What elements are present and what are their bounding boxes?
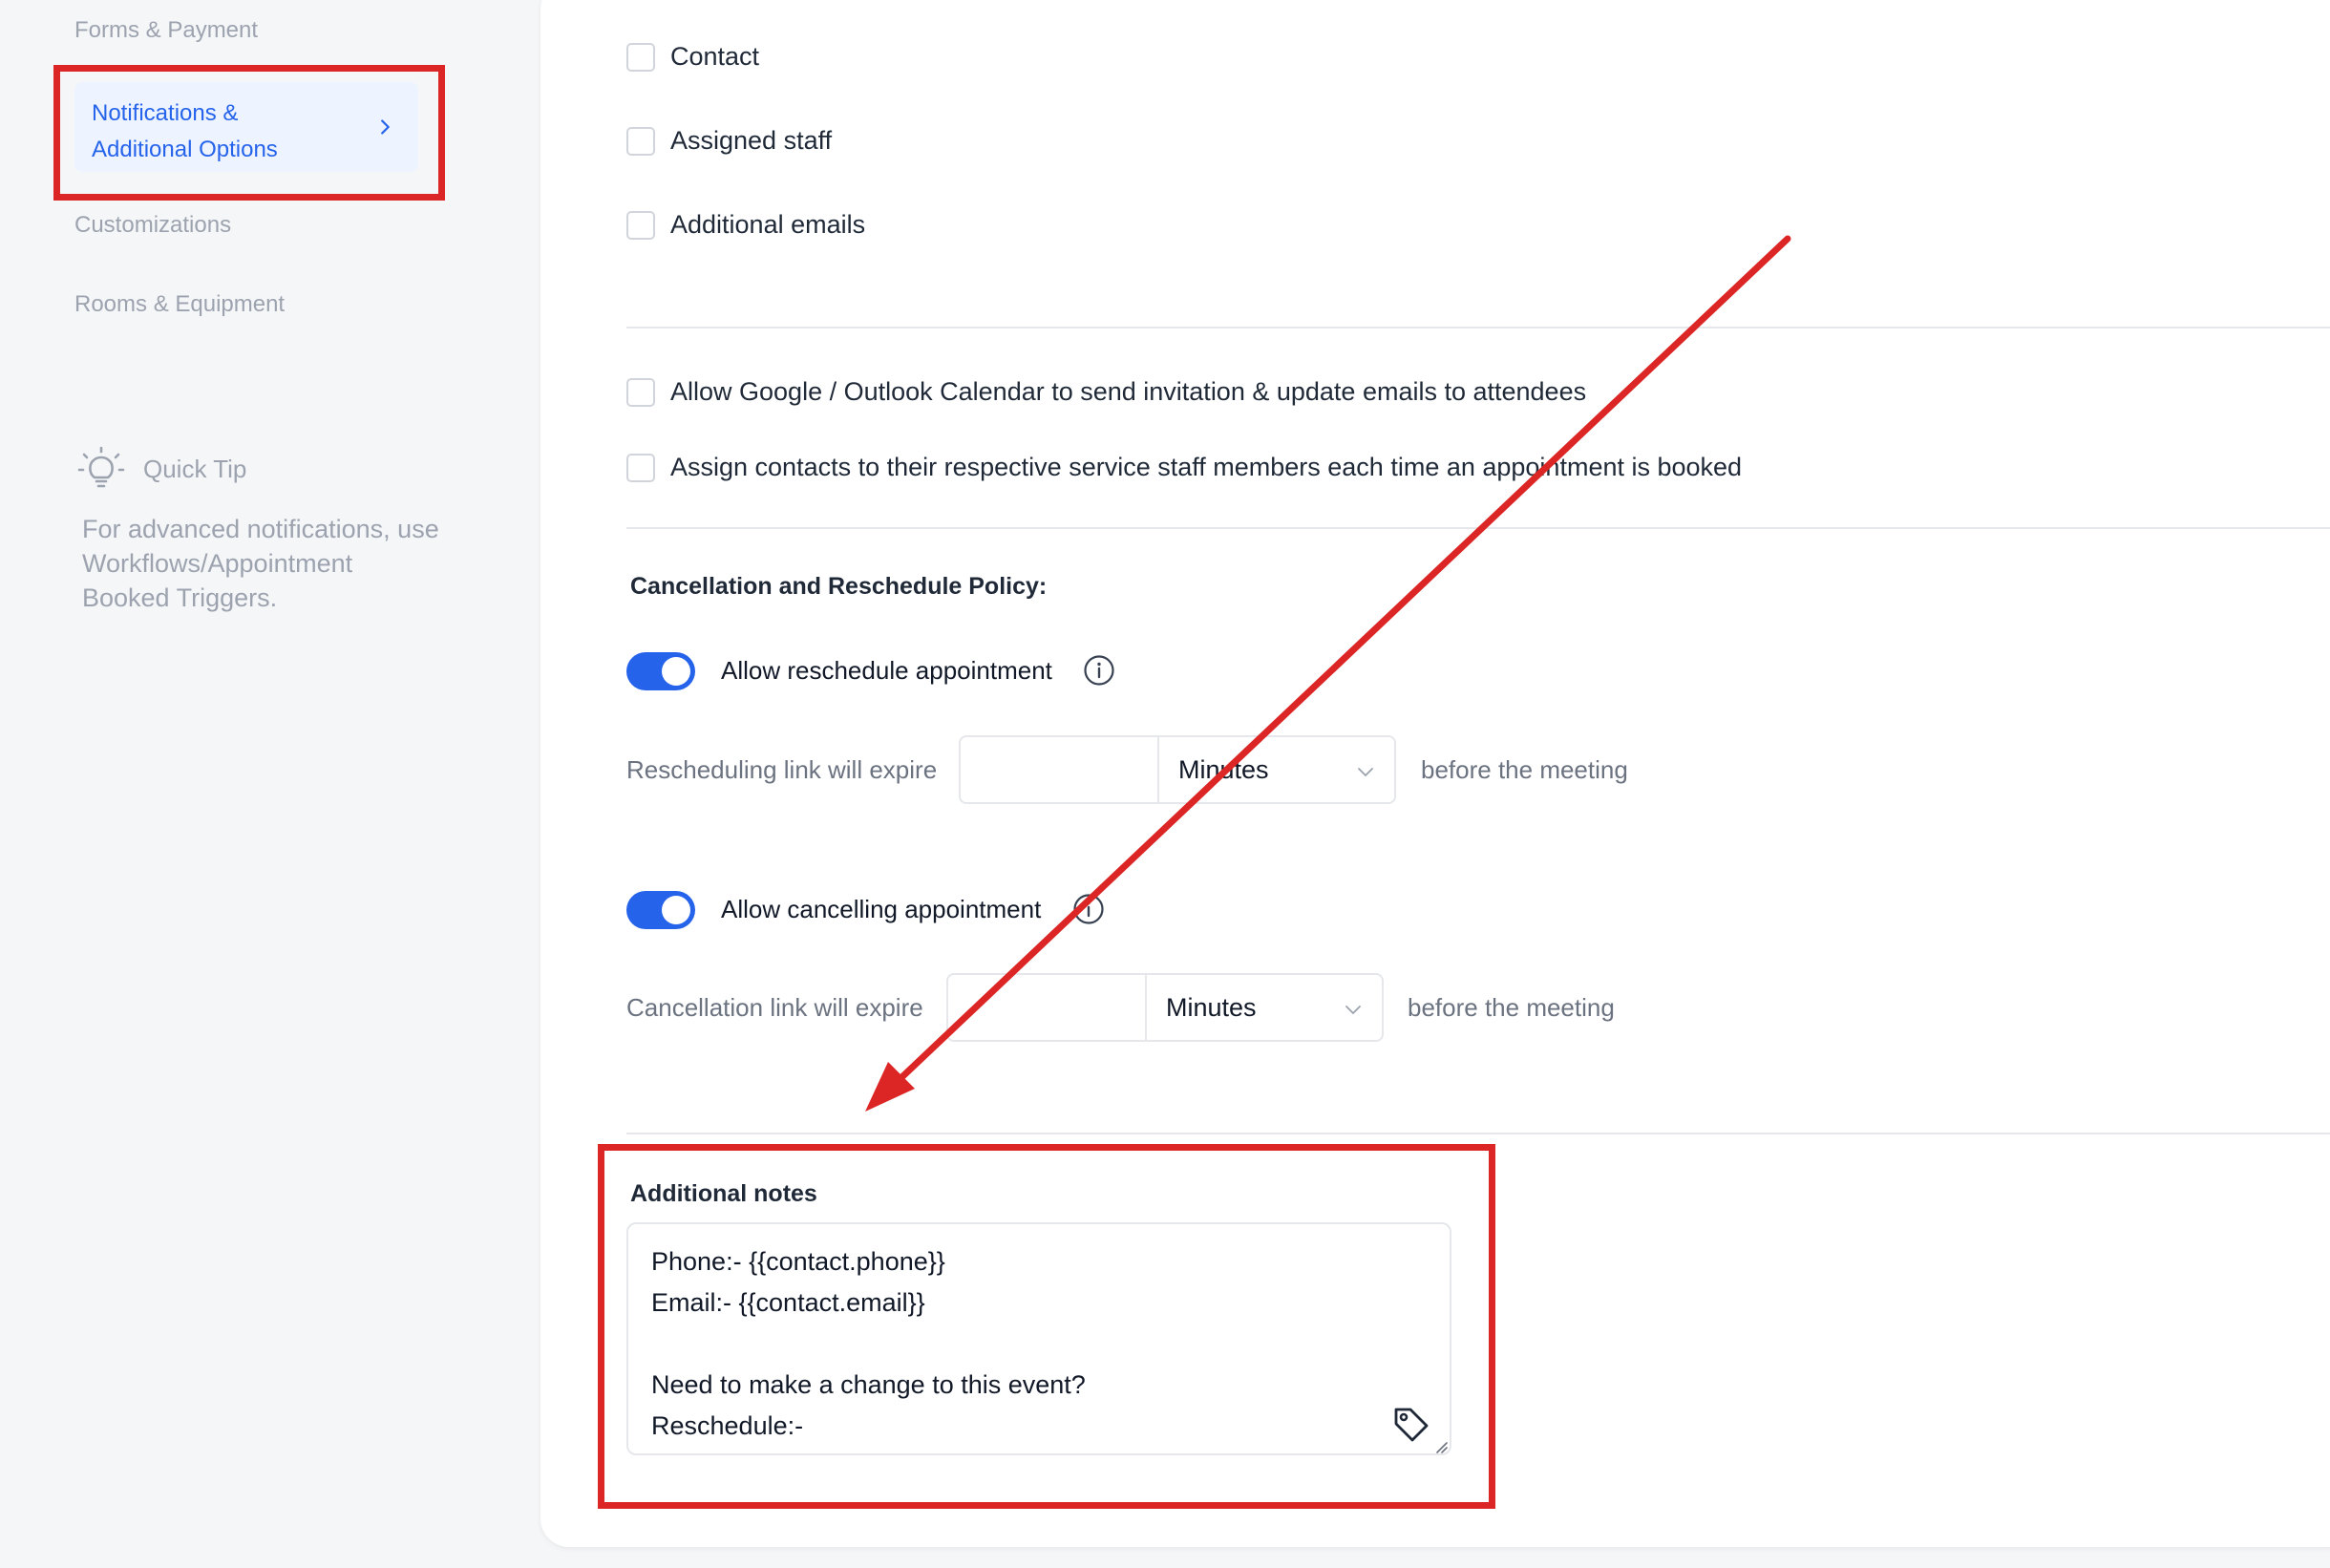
annotation-arrow-icon <box>865 235 1791 1112</box>
